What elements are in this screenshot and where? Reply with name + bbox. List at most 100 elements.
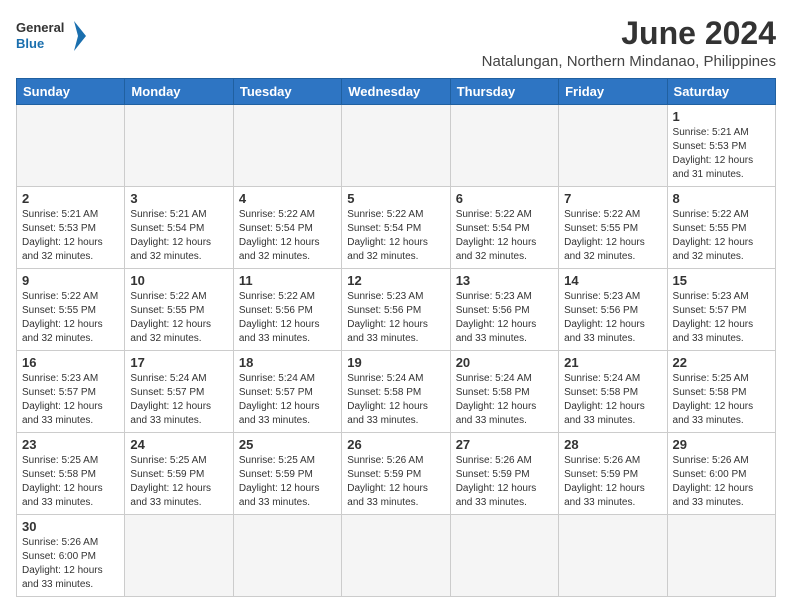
header-tuesday: Tuesday <box>233 79 341 105</box>
day-info: Sunrise: 5:22 AM Sunset: 5:55 PM Dayligh… <box>564 208 661 264</box>
day-cell: 25 Sunrise: 5:25 AM Sunset: 5:59 PM Dayli… <box>233 433 341 515</box>
day-cell: 27 Sunrise: 5:26 AM Sunset: 5:59 PM Dayli… <box>450 433 558 515</box>
day-cell: 21Sunrise: 5:24 AM Sunset: 5:58 PM Dayli… <box>559 351 667 433</box>
calendar-title: June 2024 <box>482 16 776 51</box>
day-cell: 26Sunrise: 5:26 AM Sunset: 5:59 PM Dayli… <box>342 433 450 515</box>
day-number: 1 <box>673 109 770 124</box>
calendar-subtitle: Natalungan, Northern Mindanao, Philippin… <box>482 53 776 70</box>
day-info: Sunrise: 5:21 AM Sunset: 5:53 PM Dayligh… <box>22 208 119 264</box>
header-friday: Friday <box>559 79 667 105</box>
day-cell: 9 Sunrise: 5:22 AM Sunset: 5:55 PM Daylig… <box>17 269 125 351</box>
header-saturday: Saturday <box>667 79 775 105</box>
day-number: 4 <box>239 191 336 206</box>
day-number: 11 <box>239 273 336 288</box>
day-info: Sunrise: 5:24 AM Sunset: 5:57 PM Dayligh… <box>239 372 336 428</box>
day-cell: 11 Sunrise: 5:22 AM Sunset: 5:56 PM Dayli… <box>233 269 341 351</box>
day-number: 30 <box>22 519 119 534</box>
header-monday: Monday <box>125 79 233 105</box>
week-row-0: 1Sunrise: 5:21 AM Sunset: 5:53 PM Daylig… <box>17 105 776 187</box>
day-cell: 24Sunrise: 5:25 AM Sunset: 5:59 PM Dayli… <box>125 433 233 515</box>
day-info: Sunrise: 5:23 AM Sunset: 5:57 PM Dayligh… <box>22 372 119 428</box>
day-info: Sunrise: 5:23 AM Sunset: 5:56 PM Dayligh… <box>456 290 553 346</box>
logo-svg: General Blue <box>16 16 86 56</box>
day-cell: 30 Sunrise: 5:26 AM Sunset: 6:00 PM Dayli… <box>17 515 125 597</box>
day-info: Sunrise: 5:22 AM Sunset: 5:54 PM Dayligh… <box>456 208 553 264</box>
day-cell: 15Sunrise: 5:23 AM Sunset: 5:57 PM Dayli… <box>667 269 775 351</box>
day-cell: 12 Sunrise: 5:23 AM Sunset: 5:56 PM Dayli… <box>342 269 450 351</box>
day-info: Sunrise: 5:26 AM Sunset: 5:59 PM Dayligh… <box>456 454 553 510</box>
day-cell <box>559 515 667 597</box>
day-number: 12 <box>347 273 444 288</box>
day-cell <box>233 515 341 597</box>
day-info: Sunrise: 5:26 AM Sunset: 6:00 PM Dayligh… <box>22 536 119 592</box>
day-info: Sunrise: 5:25 AM Sunset: 5:58 PM Dayligh… <box>22 454 119 510</box>
day-cell: 20Sunrise: 5:24 AM Sunset: 5:58 PM Dayli… <box>450 351 558 433</box>
day-number: 2 <box>22 191 119 206</box>
day-cell: 8 Sunrise: 5:22 AM Sunset: 5:55 PM Daylig… <box>667 187 775 269</box>
week-row-2: 9 Sunrise: 5:22 AM Sunset: 5:55 PM Daylig… <box>17 269 776 351</box>
day-cell: 16Sunrise: 5:23 AM Sunset: 5:57 PM Dayli… <box>17 351 125 433</box>
day-cell: 7 Sunrise: 5:22 AM Sunset: 5:55 PM Daylig… <box>559 187 667 269</box>
day-info: Sunrise: 5:26 AM Sunset: 5:59 PM Dayligh… <box>564 454 661 510</box>
day-number: 19 <box>347 355 444 370</box>
day-cell <box>17 105 125 187</box>
day-number: 27 <box>456 437 553 452</box>
header-wednesday: Wednesday <box>342 79 450 105</box>
day-info: Sunrise: 5:26 AM Sunset: 6:00 PM Dayligh… <box>673 454 770 510</box>
day-cell: 29 Sunrise: 5:26 AM Sunset: 6:00 PM Dayli… <box>667 433 775 515</box>
svg-text:General: General <box>16 20 64 35</box>
day-number: 15 <box>673 273 770 288</box>
day-info: Sunrise: 5:22 AM Sunset: 5:56 PM Dayligh… <box>239 290 336 346</box>
day-cell: 10Sunrise: 5:22 AM Sunset: 5:55 PM Dayli… <box>125 269 233 351</box>
day-info: Sunrise: 5:23 AM Sunset: 5:56 PM Dayligh… <box>564 290 661 346</box>
day-cell: 13 Sunrise: 5:23 AM Sunset: 5:56 PM Dayli… <box>450 269 558 351</box>
day-cell: 3Sunrise: 5:21 AM Sunset: 5:54 PM Daylig… <box>125 187 233 269</box>
day-cell: 19Sunrise: 5:24 AM Sunset: 5:58 PM Dayli… <box>342 351 450 433</box>
day-info: Sunrise: 5:24 AM Sunset: 5:57 PM Dayligh… <box>130 372 227 428</box>
calendar-table: Sunday Monday Tuesday Wednesday Thursday… <box>16 78 776 597</box>
day-number: 25 <box>239 437 336 452</box>
weekday-header-row: Sunday Monday Tuesday Wednesday Thursday… <box>17 79 776 105</box>
day-cell <box>450 105 558 187</box>
day-cell: 28 Sunrise: 5:26 AM Sunset: 5:59 PM Dayli… <box>559 433 667 515</box>
day-cell: 23 Sunrise: 5:25 AM Sunset: 5:58 PM Dayli… <box>17 433 125 515</box>
day-cell: 1Sunrise: 5:21 AM Sunset: 5:53 PM Daylig… <box>667 105 775 187</box>
day-number: 29 <box>673 437 770 452</box>
week-row-1: 2 Sunrise: 5:21 AM Sunset: 5:53 PM Daylig… <box>17 187 776 269</box>
day-number: 6 <box>456 191 553 206</box>
day-number: 28 <box>564 437 661 452</box>
day-number: 8 <box>673 191 770 206</box>
day-number: 10 <box>130 273 227 288</box>
day-cell: 18Sunrise: 5:24 AM Sunset: 5:57 PM Dayli… <box>233 351 341 433</box>
day-number: 9 <box>22 273 119 288</box>
day-cell <box>342 515 450 597</box>
day-info: Sunrise: 5:25 AM Sunset: 5:59 PM Dayligh… <box>239 454 336 510</box>
day-info: Sunrise: 5:22 AM Sunset: 5:54 PM Dayligh… <box>347 208 444 264</box>
week-row-3: 16Sunrise: 5:23 AM Sunset: 5:57 PM Dayli… <box>17 351 776 433</box>
day-info: Sunrise: 5:25 AM Sunset: 5:59 PM Dayligh… <box>130 454 227 510</box>
day-cell: 22Sunrise: 5:25 AM Sunset: 5:58 PM Dayli… <box>667 351 775 433</box>
day-number: 23 <box>22 437 119 452</box>
day-info: Sunrise: 5:21 AM Sunset: 5:54 PM Dayligh… <box>130 208 227 264</box>
day-cell: 4Sunrise: 5:22 AM Sunset: 5:54 PM Daylig… <box>233 187 341 269</box>
header-sunday: Sunday <box>17 79 125 105</box>
day-number: 17 <box>130 355 227 370</box>
day-info: Sunrise: 5:24 AM Sunset: 5:58 PM Dayligh… <box>456 372 553 428</box>
day-info: Sunrise: 5:23 AM Sunset: 5:56 PM Dayligh… <box>347 290 444 346</box>
day-info: Sunrise: 5:22 AM Sunset: 5:55 PM Dayligh… <box>673 208 770 264</box>
day-info: Sunrise: 5:22 AM Sunset: 5:55 PM Dayligh… <box>22 290 119 346</box>
day-cell <box>559 105 667 187</box>
day-cell: 14Sunrise: 5:23 AM Sunset: 5:56 PM Dayli… <box>559 269 667 351</box>
svg-text:Blue: Blue <box>16 36 44 51</box>
day-cell <box>125 105 233 187</box>
day-cell <box>450 515 558 597</box>
day-cell <box>667 515 775 597</box>
week-row-5: 30 Sunrise: 5:26 AM Sunset: 6:00 PM Dayli… <box>17 515 776 597</box>
day-number: 13 <box>456 273 553 288</box>
week-row-4: 23 Sunrise: 5:25 AM Sunset: 5:58 PM Dayli… <box>17 433 776 515</box>
day-cell: 2 Sunrise: 5:21 AM Sunset: 5:53 PM Daylig… <box>17 187 125 269</box>
day-info: Sunrise: 5:26 AM Sunset: 5:59 PM Dayligh… <box>347 454 444 510</box>
day-number: 7 <box>564 191 661 206</box>
day-info: Sunrise: 5:25 AM Sunset: 5:58 PM Dayligh… <box>673 372 770 428</box>
day-cell <box>233 105 341 187</box>
